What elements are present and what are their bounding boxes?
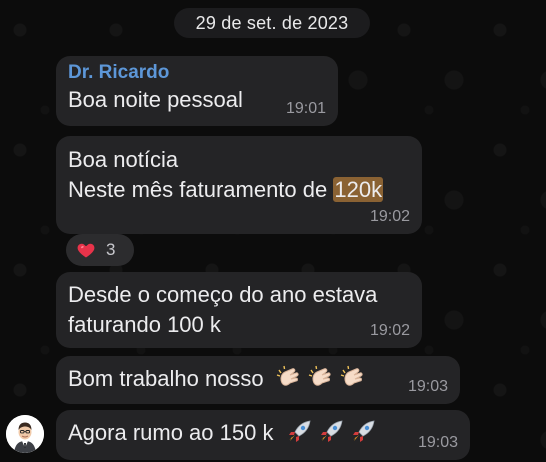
message-text: Agora rumo ao 150 k <box>68 420 274 445</box>
message-text-line-2: Neste mês faturamento de 120k <box>68 175 410 205</box>
sender-avatar[interactable] <box>6 415 44 453</box>
message-time: 19:03 <box>407 378 448 395</box>
reaction-count: 3 <box>106 240 116 259</box>
rocket-icon <box>320 420 343 443</box>
message-bubble-5[interactable]: Agora rumo ao 150 k 19:03 <box>56 410 470 460</box>
message-bubble-2[interactable]: Boa notícia Neste mês faturamento de 120… <box>56 136 422 234</box>
clapping-hands-icon <box>340 366 363 386</box>
search-highlight: 120k <box>333 177 384 202</box>
clapping-hands-emoji-group <box>276 365 368 391</box>
message-text: Neste mês faturamento de <box>68 177 334 202</box>
message-time: 19:02 <box>369 322 410 339</box>
message-bubble-4[interactable]: Bom trabalho nosso 19:03 <box>56 356 460 404</box>
heart-icon <box>77 243 95 258</box>
message-time: 19:02 <box>369 208 410 225</box>
doctor-avatar-icon <box>6 415 44 453</box>
reaction-badge[interactable]: 3 <box>66 234 134 266</box>
message-bubble-3[interactable]: Desde o começo do ano estava faturando 1… <box>56 272 422 348</box>
rocket-icon <box>288 420 311 443</box>
date-header: 29 de set. de 2023 <box>174 8 370 38</box>
message-text: Bom trabalho nosso <box>68 366 264 391</box>
rocket-emoji-group <box>286 419 378 445</box>
clapping-hands-icon <box>276 366 299 386</box>
message-time: 19:01 <box>285 100 326 117</box>
message-text-line-2: faturando 100 k <box>68 312 221 337</box>
message-text-line-1: Boa notícia <box>68 147 179 172</box>
clapping-hands-icon <box>308 366 331 386</box>
rocket-icon <box>352 420 375 443</box>
message-time: 19:03 <box>417 434 458 451</box>
message-bubble-1[interactable]: Dr. Ricardo Boa noite pessoal 19:01 <box>56 56 338 126</box>
sender-name[interactable]: Dr. Ricardo <box>68 61 326 85</box>
message-text-line-1: Desde o começo do ano estava <box>68 282 378 307</box>
